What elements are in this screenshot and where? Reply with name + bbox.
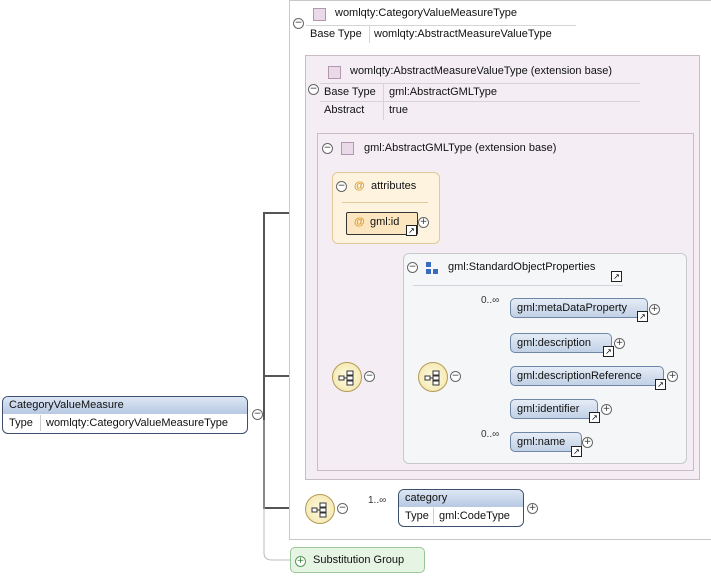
- category-sequence-compositor[interactable]: [305, 494, 335, 524]
- name-expand-button[interactable]: +: [582, 437, 593, 448]
- category-cardinality: 1..∞: [368, 495, 387, 506]
- name-reference-icon[interactable]: ↗: [571, 446, 582, 457]
- description-reference-icon[interactable]: ↗: [603, 346, 614, 357]
- category-name: category: [399, 490, 523, 507]
- metadataproperty-cardinality: 0..∞: [481, 295, 500, 306]
- metadataproperty-reference-icon[interactable]: ↗: [637, 311, 648, 322]
- extension2-name[interactable]: gml:AbstractGMLType (extension base): [364, 142, 556, 154]
- extension1-name[interactable]: womlqty:AbstractMeasureValueType (extens…: [350, 65, 612, 77]
- gml-id-expand-button[interactable]: +: [418, 217, 429, 228]
- extension1-base-value: gml:AbstractGMLType: [389, 86, 497, 98]
- category-type-label: Type: [405, 510, 429, 522]
- group-sequence-compositor[interactable]: [418, 362, 448, 392]
- complex-type-base-value: womlqty:AbstractMeasureValueType: [374, 28, 552, 40]
- sequence-icon: [338, 370, 354, 386]
- root-element-name: CategoryValueMeasure: [3, 397, 247, 414]
- element-identifier-label: gml:identifier: [517, 403, 580, 415]
- extension1-collapse-button[interactable]: −: [308, 84, 319, 95]
- element-metadataproperty[interactable]: gml:metaDataProperty: [510, 298, 648, 318]
- root-type-label: Type: [9, 417, 33, 429]
- sequence-compositor[interactable]: [332, 362, 362, 392]
- root-element-categoryvaluemeasure[interactable]: CategoryValueMeasure Type womlqty:Catego…: [2, 396, 248, 434]
- element-description-label: gml:description: [517, 337, 591, 349]
- root-element-type-row: Type womlqty:CategoryValueMeasureType: [3, 415, 247, 433]
- complex-type-icon: [313, 8, 326, 21]
- element-description[interactable]: gml:description: [510, 333, 612, 353]
- complex-type-base-label: Base Type: [310, 28, 362, 40]
- group-icon: [426, 262, 438, 274]
- gml-id-reference-icon[interactable]: ↗: [406, 225, 417, 236]
- element-identifier[interactable]: gml:identifier: [510, 399, 598, 419]
- category-sequence-collapse-button[interactable]: −: [337, 503, 348, 514]
- attributes-title: attributes: [371, 180, 417, 192]
- description-expand-button[interactable]: +: [614, 338, 625, 349]
- metadataproperty-expand-button[interactable]: +: [649, 304, 660, 315]
- extension1-abstract-value: true: [389, 104, 408, 116]
- element-metadataproperty-label: gml:metaDataProperty: [517, 302, 628, 314]
- identifier-reference-icon[interactable]: ↗: [589, 412, 600, 423]
- sequence-collapse-button[interactable]: −: [364, 371, 375, 382]
- descriptionreference-expand-button[interactable]: +: [667, 371, 678, 382]
- attributes-at-icon: @: [354, 180, 365, 192]
- substitution-group-box[interactable]: Substitution Group: [290, 547, 425, 573]
- group-collapse-button[interactable]: −: [407, 262, 418, 273]
- root-type-value: womlqty:CategoryValueMeasureType: [46, 417, 228, 429]
- category-type-value: gml:CodeType: [439, 510, 510, 522]
- element-descriptionreference-label: gml:descriptionReference: [517, 370, 642, 382]
- category-type-divider: [433, 508, 434, 524]
- attribute-gml-id-label: gml:id: [370, 216, 400, 228]
- root-type-divider: [40, 415, 41, 431]
- complex-type-collapse-button[interactable]: −: [293, 18, 304, 29]
- category-type-row: Type gml:CodeType: [399, 508, 523, 526]
- element-category[interactable]: category Type gml:CodeType: [398, 489, 524, 527]
- name-cardinality: 0..∞: [481, 429, 500, 440]
- category-expand-button[interactable]: +: [527, 503, 538, 514]
- extension2-collapse-button[interactable]: −: [322, 143, 333, 154]
- group-reference-icon[interactable]: ↗: [611, 271, 622, 282]
- descriptionreference-reference-icon[interactable]: ↗: [655, 379, 666, 390]
- identifier-expand-button[interactable]: +: [601, 404, 612, 415]
- complex-type-name[interactable]: womlqty:CategoryValueMeasureType: [335, 7, 517, 19]
- group-name[interactable]: gml:StandardObjectProperties: [448, 261, 595, 273]
- sequence-icon: [424, 370, 440, 386]
- extension1-icon: [328, 66, 341, 79]
- sequence-icon: [311, 502, 327, 518]
- element-name-label: gml:name: [517, 436, 566, 448]
- attribute-at-icon: @: [354, 216, 365, 228]
- substitution-group-label: Substitution Group: [313, 554, 405, 566]
- attributes-collapse-button[interactable]: −: [336, 181, 347, 192]
- element-descriptionreference[interactable]: gml:descriptionReference: [510, 366, 664, 386]
- extension2-icon: [341, 142, 354, 155]
- substitution-expand-button[interactable]: +: [295, 556, 306, 567]
- group-sequence-collapse-button[interactable]: −: [450, 371, 461, 382]
- root-collapse-button[interactable]: −: [252, 409, 263, 420]
- extension1-abstract-label: Abstract: [324, 104, 365, 116]
- extension1-base-label: Base Type: [324, 86, 376, 98]
